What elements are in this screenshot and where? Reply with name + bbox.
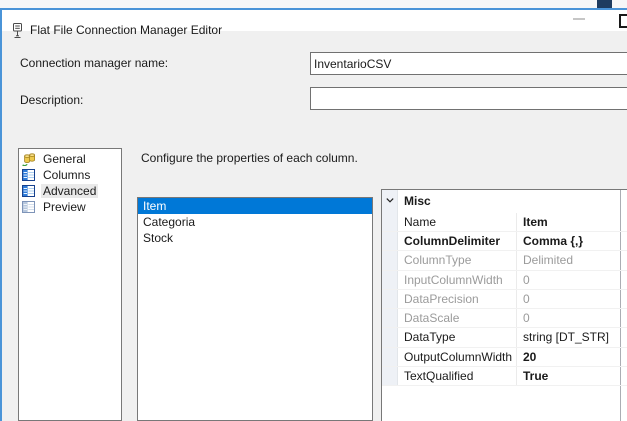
property-value[interactable]: Item: [523, 213, 618, 231]
background-window-fragment: [597, 0, 612, 8]
property-name: ColumnType: [404, 253, 472, 268]
columns-listbox: Item Categoria Stock: [137, 197, 373, 421]
description-label: Description:: [20, 93, 84, 107]
property-value[interactable]: 0: [523, 309, 618, 327]
sidebar-item-advanced[interactable]: Advanced: [19, 183, 121, 199]
background-strip: [0, 0, 627, 8]
description-input[interactable]: [310, 87, 627, 110]
column-item-stock[interactable]: Stock: [138, 230, 372, 246]
property-row-inputcolumnwidth[interactable]: InputColumnWidth 0: [382, 271, 627, 290]
instruction-text: Configure the properties of each column.: [141, 151, 358, 165]
connection-manager-icon: [13, 23, 22, 38]
sidebar-item-label: Preview: [43, 200, 86, 214]
property-name: DataType: [404, 330, 456, 345]
property-grid: Misc Name Item ColumnDelimiter Comma {,}…: [381, 189, 627, 421]
property-value[interactable]: True: [523, 367, 618, 385]
connection-manager-name-input[interactable]: [310, 52, 627, 75]
property-name: DataPrecision: [404, 291, 479, 306]
property-row-dataprecision[interactable]: DataPrecision 0: [382, 290, 627, 310]
property-name: Name: [404, 215, 437, 229]
screen: Flat File Connection Manager Editor Conn…: [0, 0, 627, 421]
property-name: ColumnDelimiter: [404, 234, 501, 249]
sidebar-item-label: General: [43, 152, 86, 166]
minimize-button[interactable]: [573, 18, 585, 20]
property-value[interactable]: 0: [523, 290, 618, 308]
property-value[interactable]: string [DT_STR]: [523, 328, 618, 346]
sidebar-item-general[interactable]: General: [19, 151, 121, 167]
property-row-columntype[interactable]: ColumnType Delimited: [382, 251, 627, 271]
property-name: DataScale: [404, 311, 460, 326]
table-grid-muted-icon: [22, 200, 36, 214]
property-value[interactable]: Comma {,}: [523, 232, 618, 250]
property-row-columndelimiter[interactable]: ColumnDelimiter Comma {,}: [382, 232, 627, 252]
property-value[interactable]: 0: [523, 271, 618, 289]
window-title: Flat File Connection Manager Editor: [30, 23, 223, 37]
sidebar-item-preview[interactable]: Preview: [19, 199, 121, 215]
sidebar-item-label: Advanced: [41, 184, 99, 198]
property-row-outputcolumnwidth[interactable]: OutputColumnWidth 20: [382, 348, 627, 367]
property-row-datascale[interactable]: DataScale 0: [382, 309, 627, 329]
property-name: TextQualified: [404, 368, 474, 383]
pages-listbox: General Columns Advanced Preview: [18, 148, 122, 421]
property-category-header: Misc: [382, 190, 627, 213]
property-value[interactable]: Delimited: [523, 251, 618, 269]
property-category-label: Misc: [404, 194, 431, 208]
property-rows: Name Item ColumnDelimiter Comma {,} Colu…: [382, 213, 627, 386]
sidebar-item-columns[interactable]: Columns: [19, 167, 121, 183]
sidebar-item-label: Columns: [43, 168, 91, 182]
connection-manager-name-label: Connection manager name:: [20, 56, 169, 70]
table-grid-icon: [22, 184, 36, 198]
property-row-name[interactable]: Name Item: [382, 213, 627, 233]
connection-database-icon: [22, 152, 36, 166]
property-name: OutputColumnWidth: [404, 349, 513, 364]
property-row-textqualified[interactable]: TextQualified True: [382, 367, 627, 386]
property-row-datatype[interactable]: DataType string [DT_STR]: [382, 328, 627, 348]
column-item-categoria[interactable]: Categoria: [138, 214, 372, 230]
titlebar[interactable]: Flat File Connection Manager Editor: [2, 10, 627, 38]
maximize-button[interactable]: [619, 14, 627, 28]
column-item-item[interactable]: Item: [138, 198, 372, 214]
table-grid-icon: [22, 168, 36, 182]
chevron-down-icon[interactable]: [386, 198, 394, 203]
property-name: InputColumnWidth: [404, 272, 503, 287]
property-value[interactable]: 20: [523, 348, 618, 366]
